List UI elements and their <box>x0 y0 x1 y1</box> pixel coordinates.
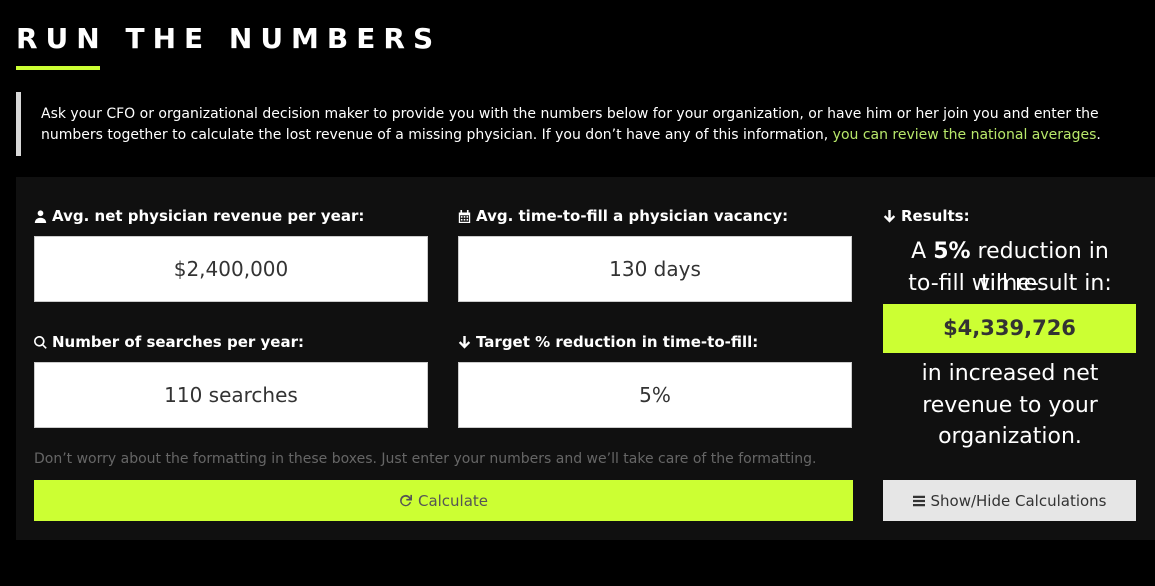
calculate-button[interactable]: Calculate <box>34 480 853 521</box>
user-md-icon <box>34 209 47 223</box>
results-label: Results: <box>883 207 970 225</box>
show-hide-calculations-button[interactable]: Show/Hide Calculations <box>883 480 1136 521</box>
time-to-fill-label: Avg. time-to-fill a physician vacancy: <box>458 207 788 225</box>
title-underline <box>16 66 100 70</box>
revenue-input[interactable]: $2,400,000 <box>34 236 428 302</box>
searches-input[interactable]: 110 searches <box>34 362 428 428</box>
bars-icon <box>912 495 925 506</box>
result-percent: 5% <box>933 239 971 264</box>
reduction-input[interactable]: 5% <box>458 362 852 428</box>
reduction-label: Target % reduction in time-to-fill: <box>458 333 758 351</box>
result-line-3: in increased net <box>921 361 1099 386</box>
time-to-fill-input[interactable]: 130 days <box>458 236 852 302</box>
result-line-2: to-fill will result in: <box>908 271 1112 296</box>
result-line-4: revenue to your <box>922 393 1098 418</box>
arrow-down-icon <box>458 335 471 349</box>
result-line-5: organization. <box>938 424 1082 449</box>
revenue-label: Avg. net physician revenue per year: <box>34 207 364 225</box>
search-icon <box>34 335 47 349</box>
national-averages-link[interactable]: you can review the national averages <box>833 127 1097 143</box>
searches-label: Number of searches per year: <box>34 333 304 351</box>
intro-tail: . <box>1096 127 1101 143</box>
formatting-hint: Don’t worry about the formatting in thes… <box>34 451 817 467</box>
refresh-icon <box>400 494 412 507</box>
calendar-icon <box>458 209 471 223</box>
intro-blockquote: Ask your CFO or organizational decision … <box>16 92 1116 156</box>
result-amount: $4,339,726 <box>883 304 1136 353</box>
page-title: RUN THE NUMBERS <box>16 22 442 55</box>
arrow-down-icon <box>883 209 896 223</box>
